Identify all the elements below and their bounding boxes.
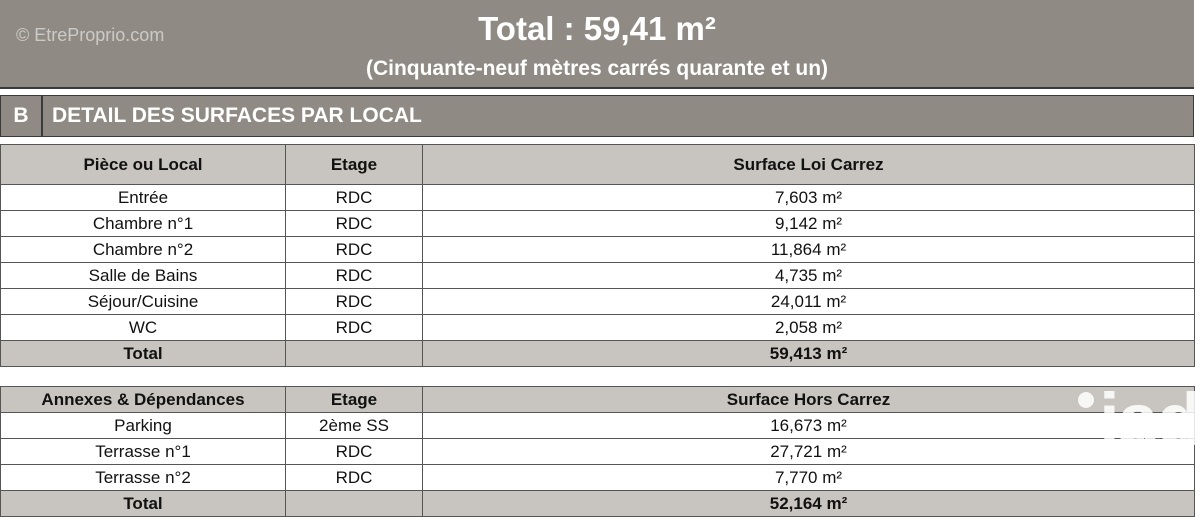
table-row: Terrasse n°2 RDC 7,770 m² [0,464,1195,491]
header-floor: Etage [285,144,423,185]
room-surface: 24,011 m² [422,288,1195,315]
annex-surface: 7,770 m² [422,464,1195,491]
room-surface: 11,864 m² [422,236,1195,263]
room-surface: 4,735 m² [422,262,1195,289]
header-surface: Surface Loi Carrez [422,144,1195,185]
table-row: WC RDC 2,058 m² [0,314,1195,341]
table-header-row: Annexes & Dépendances Etage Surface Hors… [0,386,1195,413]
annex-name: Terrasse n°1 [0,438,286,465]
room-floor: RDC [285,314,423,341]
total-surface: 52,164 m² [422,490,1195,517]
room-name: Séjour/Cuisine [0,288,286,315]
header-room: Pièce ou Local [0,144,286,185]
total-floor [285,340,423,367]
annex-name: Terrasse n°2 [0,464,286,491]
header-floor: Etage [285,386,423,413]
annex-surface: 16,673 m² [422,412,1195,439]
room-floor: RDC [285,236,423,263]
table-row: Chambre n°1 RDC 9,142 m² [0,210,1195,237]
total-label: Total [0,490,286,517]
room-floor: RDC [285,184,423,211]
table-total-row: Total 59,413 m² [0,340,1195,367]
annex-surface: 27,721 m² [422,438,1195,465]
annex-floor: RDC [285,464,423,491]
rooms-surface-table: Pièce ou Local Etage Surface Loi Carrez … [0,144,1195,367]
room-surface: 2,058 m² [422,314,1195,341]
annex-floor: RDC [285,438,423,465]
table-row: Terrasse n°1 RDC 27,721 m² [0,438,1195,465]
total-floor [285,490,423,517]
total-surface-title: Total : 59,41 m² [478,10,716,47]
total-surface: 59,413 m² [422,340,1195,367]
table-row: Salle de Bains RDC 4,735 m² [0,262,1195,289]
section-heading: DETAIL DES SURFACES PAR LOCAL [52,104,422,127]
annex-floor: 2ème SS [285,412,423,439]
total-surface-words: (Cinquante-neuf mètres carrés quarante e… [365,57,829,80]
annex-name: Parking [0,412,286,439]
annexes-surface-table: Annexes & Dépendances Etage Surface Hors… [0,386,1195,517]
iad-logo-icon [1078,392,1094,408]
room-name: WC [0,314,286,341]
room-name: Chambre n°2 [0,236,286,263]
table-row: Chambre n°2 RDC 11,864 m² [0,236,1195,263]
room-name: Chambre n°1 [0,210,286,237]
total-label: Total [0,340,286,367]
table-header-row: Pièce ou Local Etage Surface Loi Carrez [0,144,1195,185]
table-row: Entrée RDC 7,603 m² [0,184,1195,211]
room-floor: RDC [285,288,423,315]
room-floor: RDC [285,262,423,289]
room-surface: 7,603 m² [422,184,1195,211]
room-surface: 9,142 m² [422,210,1195,237]
section-letter: B [1,96,43,136]
table-total-row: Total 52,164 m² [0,490,1195,517]
table-row: Parking 2ème SS 16,673 m² [0,412,1195,439]
room-floor: RDC [285,210,423,237]
total-surface-banner: © EtreProprio.com Total : 59,41 m² (Cinq… [0,0,1194,89]
section-header: B DETAIL DES SURFACES PAR LOCAL [0,95,1194,137]
room-name: Salle de Bains [0,262,286,289]
room-name: Entrée [0,184,286,211]
header-annex: Annexes & Dépendances [0,386,286,413]
table-row: Séjour/Cuisine RDC 24,011 m² [0,288,1195,315]
